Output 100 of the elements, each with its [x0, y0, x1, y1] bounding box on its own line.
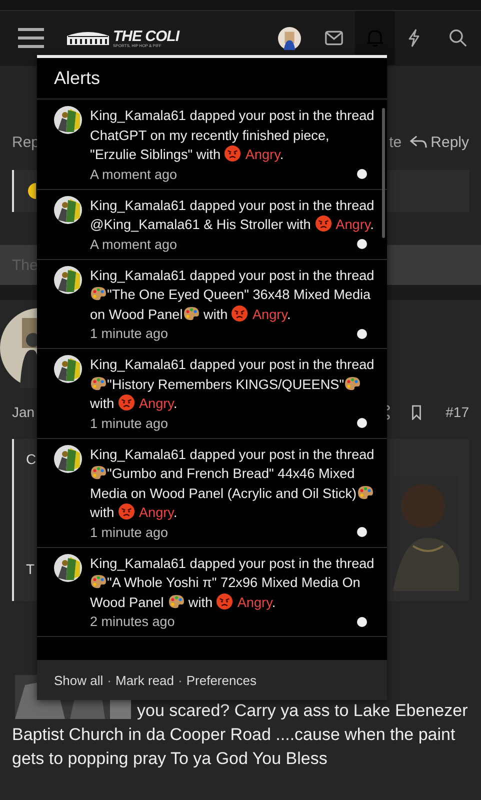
alert-time: A moment ago [90, 166, 178, 182]
alert-text: piece, [293, 128, 330, 142]
menu-icon[interactable] [18, 28, 44, 48]
alert-text: recently [191, 128, 239, 142]
angry-face-icon [118, 394, 135, 411]
footer-link[interactable]: Show all [54, 672, 104, 688]
palette-icon [344, 376, 362, 390]
palette-icon [90, 574, 107, 589]
alert-text: your [238, 268, 266, 282]
alert-text: Siblings" [140, 147, 193, 162]
alert-text: and [276, 486, 298, 500]
reaction-label: Angry [336, 217, 370, 232]
alert-text: (Acrylic [227, 486, 272, 500]
angry-face-icon [314, 215, 332, 232]
alert-item[interactable]: King_Kamala61 dapped your post in the thread "The One Eyed Queen" 36x48 Mixed Media on Wood Panel with Angry. 1 minute ago [37, 260, 387, 349]
alert-text: Whole [124, 575, 162, 590]
alert-text: Panel [148, 306, 183, 322]
quote-text: T [26, 561, 36, 577]
alert-text: Wood [150, 486, 185, 500]
angry-face-icon [224, 145, 242, 162]
logo-title[interactable]: THE COLI [113, 28, 179, 44]
alert-text: Wood [108, 306, 144, 322]
alert-text: the [313, 268, 332, 282]
alert-text: "Erzulie [90, 147, 136, 162]
alert-text: finished [242, 128, 290, 142]
reaction-label: Angry [138, 396, 174, 411]
unread-dot[interactable] [357, 616, 367, 626]
angry-face-icon [231, 304, 248, 322]
angry-face-icon [216, 592, 234, 610]
alert-text: dapped [190, 268, 236, 282]
alert-text: Wood [90, 594, 126, 610]
footer-link[interactable]: Preferences [186, 672, 256, 688]
alert-text: in [298, 268, 310, 282]
alert-text: in [298, 556, 310, 570]
alert-text: the [313, 357, 332, 372]
alert-text: dapped [190, 446, 236, 462]
alert-text: post [269, 268, 295, 282]
quote-link[interactable]: te [389, 134, 402, 150]
reaction-label: Angry [245, 147, 280, 162]
quote-text: C [26, 451, 36, 467]
alert-text: Stroller [240, 217, 283, 232]
alert-text: the [313, 446, 332, 462]
alert-time: A moment ago [90, 236, 178, 252]
angry-face-icon [118, 503, 135, 520]
alert-text: On [342, 575, 360, 590]
reaction-label: Angry [138, 505, 174, 520]
alert-text: Stick) [322, 486, 357, 500]
alert-text: "Gumbo [107, 466, 156, 481]
mail-icon[interactable] [325, 29, 343, 47]
post-number[interactable]: #17 [446, 404, 469, 420]
alert-item[interactable]: King_Kamala61 dapped your post in the thread "Gumbo and French Bread" 44x46 Mixed Media on Wood Panel (Acrylic and Oil Stick) with Angry. 1 minute ago [37, 438, 387, 548]
alert-text: Eyed [168, 287, 200, 302]
alert-text: King_Kamala61 [90, 198, 186, 212]
alert-text: KINGS/QUEENS" [236, 376, 344, 392]
alert-text: and [160, 466, 183, 481]
alert-text: Panel [129, 594, 164, 610]
alert-text: dapped [190, 556, 236, 570]
alert-text: with [90, 505, 114, 520]
unread-dot[interactable] [357, 328, 367, 338]
alert-text: the [313, 198, 332, 212]
palette-icon [356, 484, 374, 500]
palette-icon [90, 286, 107, 301]
alert-text: the [313, 556, 332, 570]
alert-text: Oil [302, 486, 319, 500]
alert-text: thread [336, 198, 374, 212]
palette-icon [90, 465, 107, 480]
alert-time: 2 minutes ago [90, 614, 175, 629]
search-icon[interactable] [449, 29, 467, 47]
reply-button[interactable]: Reply [410, 134, 469, 150]
alert-text: Mixed [294, 287, 330, 302]
alert-text: Remembers [158, 376, 232, 392]
unread-dot[interactable] [357, 527, 367, 537]
alert-text: @King_Kamala61 [90, 217, 200, 232]
alert-text: your [238, 446, 266, 462]
alert-text: the [313, 108, 332, 123]
alert-text: π" [202, 575, 217, 590]
reply-arrow-icon [410, 135, 427, 149]
unread-dot[interactable] [357, 239, 367, 249]
alert-text: 44x46 [278, 466, 315, 481]
palette-icon [182, 306, 200, 320]
alert-text: with [286, 217, 311, 232]
alert-text: post [269, 198, 295, 212]
alert-text: your [238, 556, 266, 570]
alert-text: in [298, 357, 310, 372]
reaction-label: Angry [237, 594, 272, 610]
alert-text: post [269, 446, 295, 462]
alert-text: & [204, 217, 213, 232]
alert-text: my [169, 128, 188, 142]
alert-item[interactable]: King_Kamala61 dapped your post in the thread "History Remembers KINGS/QUEENS" with Angry. 1 minute ago [37, 349, 387, 438]
unread-dot[interactable] [357, 169, 367, 179]
alert-text: Yoshi [166, 575, 199, 590]
alert-text: . [280, 147, 284, 162]
alert-text: His [216, 217, 236, 232]
unread-dot[interactable] [357, 418, 367, 428]
post-paragraph: you scared? Carry ya ass to Lake Ebenezer Baptist Church in da Cooper Road ....cause when the paint gets to popping pray To ya God You Bless [12, 700, 469, 770]
alert-text: dapped [190, 357, 236, 372]
alert-item[interactable]: King_Kamala61 dapped your post in the thread "A Whole Yoshi π" 72x96 Mixed Media On Wood Panel with Angry. 2 minutes ago [37, 548, 387, 637]
alert-time: 1 minute ago [90, 524, 168, 540]
alert-text: your [238, 198, 266, 212]
footer-link[interactable]: Mark read [115, 672, 174, 688]
